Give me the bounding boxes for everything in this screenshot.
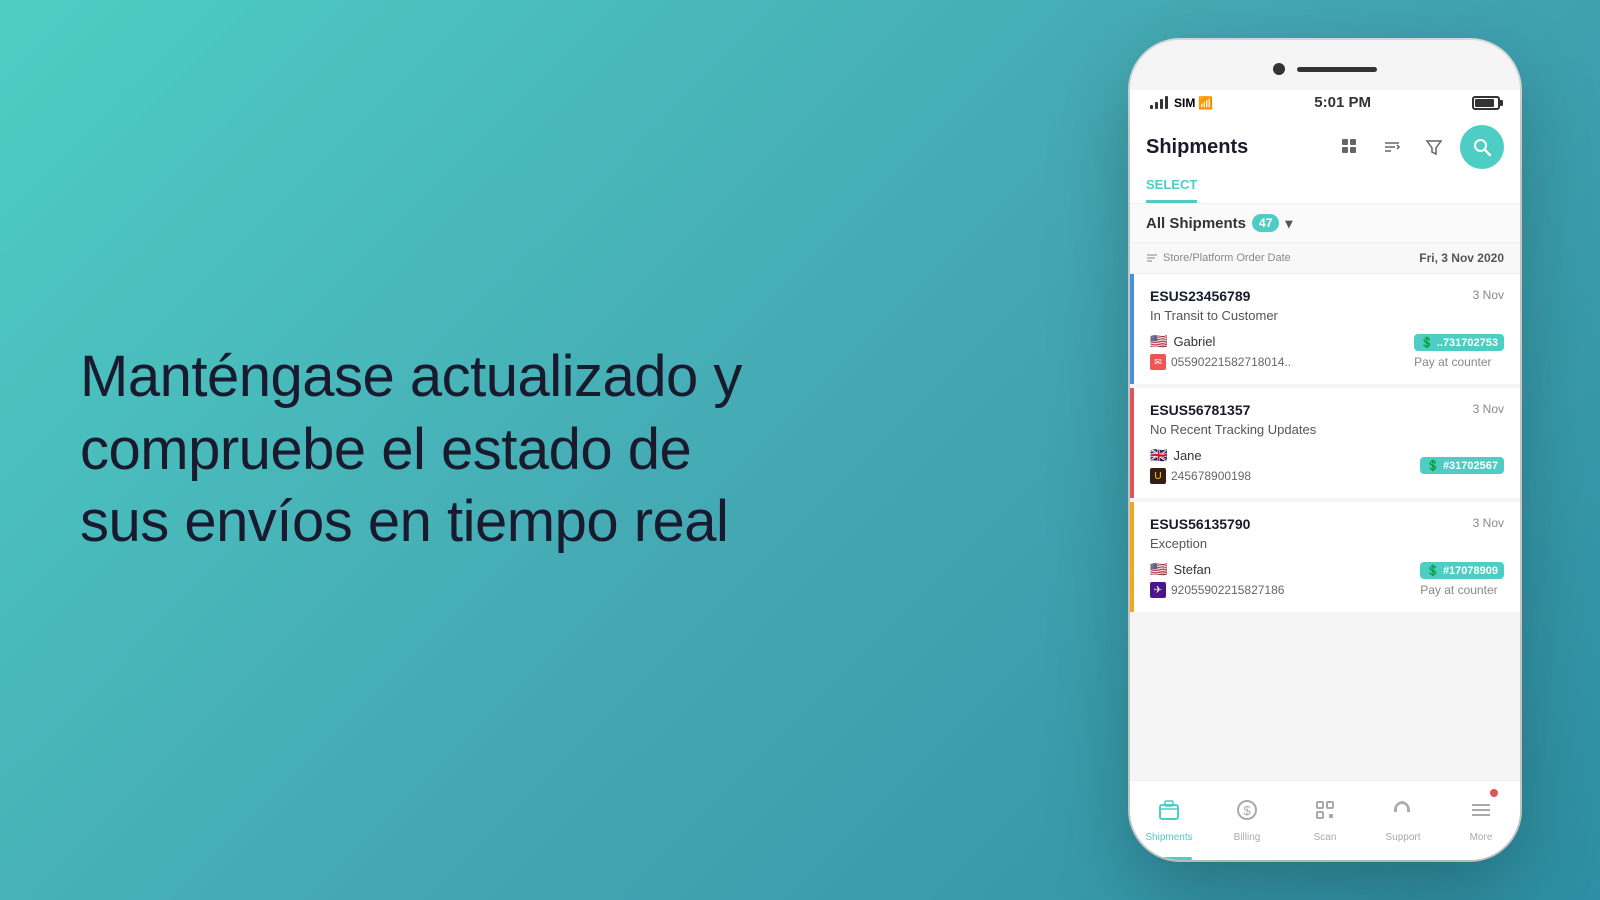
card-date: 3 Nov [1473,516,1504,530]
all-shipments-label: All Shipments [1146,215,1246,232]
shipments-nav-icon [1157,798,1181,828]
order-id: #17078909 [1443,565,1498,577]
filter-icon[interactable] [1418,131,1450,163]
carrier-icon: ✉ [1150,354,1166,370]
payment-label: Pay at counter [1420,583,1504,597]
svg-text:$: $ [1243,803,1251,818]
signal-icon [1150,96,1168,109]
shipment-card[interactable]: ESUS56781357 3 Nov No Recent Tracking Up… [1130,388,1520,498]
card-date: 3 Nov [1473,288,1504,302]
select-button[interactable]: SELECT [1146,177,1197,203]
customer-name: Stefan [1173,562,1211,577]
tracking-id: ESUS56781357 [1150,402,1250,418]
date-header: Store/Platform Order Date Fri, 3 Nov 202… [1130,243,1520,274]
bottom-nav: Shipments $ Billing [1130,780,1520,860]
billing-nav-icon: $ [1235,798,1259,828]
card-date: 3 Nov [1473,402,1504,416]
tracking-id: ESUS23456789 [1150,288,1250,304]
current-date-label: Fri, 3 Nov 2020 [1419,251,1504,265]
nav-item-more[interactable]: More [1442,781,1520,860]
nav-item-scan[interactable]: Scan [1286,781,1364,860]
left-text-block: Manténgase actualizado y compruebe el es… [80,341,780,559]
order-id: ..731702753 [1437,337,1498,349]
app-title: Shipments [1146,136,1248,159]
app-content: Shipments [1130,115,1520,860]
all-shipments-filter[interactable]: All Shipments 47 ▾ [1146,214,1292,232]
flag-icon: 🇬🇧 [1150,447,1167,464]
sort-label: Store/Platform Order Date [1146,252,1291,264]
card-status: In Transit to Customer [1150,308,1504,323]
customer-name: Gabriel [1173,334,1215,349]
scan-nav-icon [1313,798,1337,828]
flag-icon: 🇺🇸 [1150,333,1167,350]
tracking-number: 245678900198 [1171,469,1251,483]
carrier-icon: ✈ [1150,582,1166,598]
carrier-label: SIM [1174,96,1195,110]
order-id-badge: 💲 ..731702753 [1414,334,1504,351]
sort-order-label: Store/Platform Order Date [1163,252,1291,264]
filter-bar: All Shipments 47 ▾ [1130,204,1520,243]
app-header: Shipments [1130,115,1520,204]
shipments-list: ESUS23456789 3 Nov In Transit to Custome… [1130,274,1520,780]
tracking-id: ESUS56135790 [1150,516,1250,532]
shipment-card[interactable]: ESUS23456789 3 Nov In Transit to Custome… [1130,274,1520,384]
nav-item-shipments[interactable]: Shipments [1130,781,1208,860]
tracking-number: 92055902215827186 [1171,583,1284,597]
more-nav-label: More [1470,832,1493,843]
header-bottom: SELECT [1146,177,1504,203]
order-id: #31702567 [1443,460,1498,472]
battery-icon [1472,96,1500,110]
header-icons [1334,125,1504,169]
status-left: SIM 📶 [1150,96,1213,110]
status-time: 5:01 PM [1314,94,1371,111]
search-button[interactable] [1460,125,1504,169]
shipments-count-badge: 47 [1252,214,1279,232]
grid-icon[interactable] [1334,131,1366,163]
carrier-icon: U [1150,468,1166,484]
payment-label: Pay at counter [1414,355,1504,369]
header-top: Shipments [1146,125,1504,169]
scan-nav-label: Scan [1314,832,1337,843]
phone-mockup: SIM 📶 5:01 PM Shipments [1130,40,1520,860]
card-status: No Recent Tracking Updates [1150,422,1504,437]
card-status: Exception [1150,536,1504,551]
order-id-badge: 💲 #31702567 [1420,457,1504,474]
more-nav-icon [1469,798,1493,828]
support-nav-icon [1391,798,1415,828]
shipment-card[interactable]: ESUS56135790 3 Nov Exception 🇺🇸 Stefan ✈ [1130,502,1520,612]
support-nav-label: Support [1385,832,1420,843]
more-badge [1490,789,1498,797]
customer-name: Jane [1173,448,1201,463]
chevron-down-icon: ▾ [1285,215,1292,232]
billing-nav-label: Billing [1234,832,1261,843]
nav-item-support[interactable]: Support [1364,781,1442,860]
order-id-badge: 💲 #17078909 [1420,562,1504,579]
flag-icon: 🇺🇸 [1150,561,1167,578]
shipments-nav-label: Shipments [1145,832,1192,843]
wifi-icon: 📶 [1198,96,1213,110]
headline: Manténgase actualizado y compruebe el es… [80,341,780,559]
phone-wrapper: SIM 📶 5:01 PM Shipments [1130,40,1520,860]
tracking-number: 05590221582718014.. [1171,355,1291,369]
nav-item-billing[interactable]: $ Billing [1208,781,1286,860]
sort-icon[interactable] [1376,131,1408,163]
status-bar: SIM 📶 5:01 PM [1130,90,1520,115]
camera-dot [1273,63,1285,75]
notch-bar [1297,67,1377,72]
phone-notch [1130,40,1520,90]
